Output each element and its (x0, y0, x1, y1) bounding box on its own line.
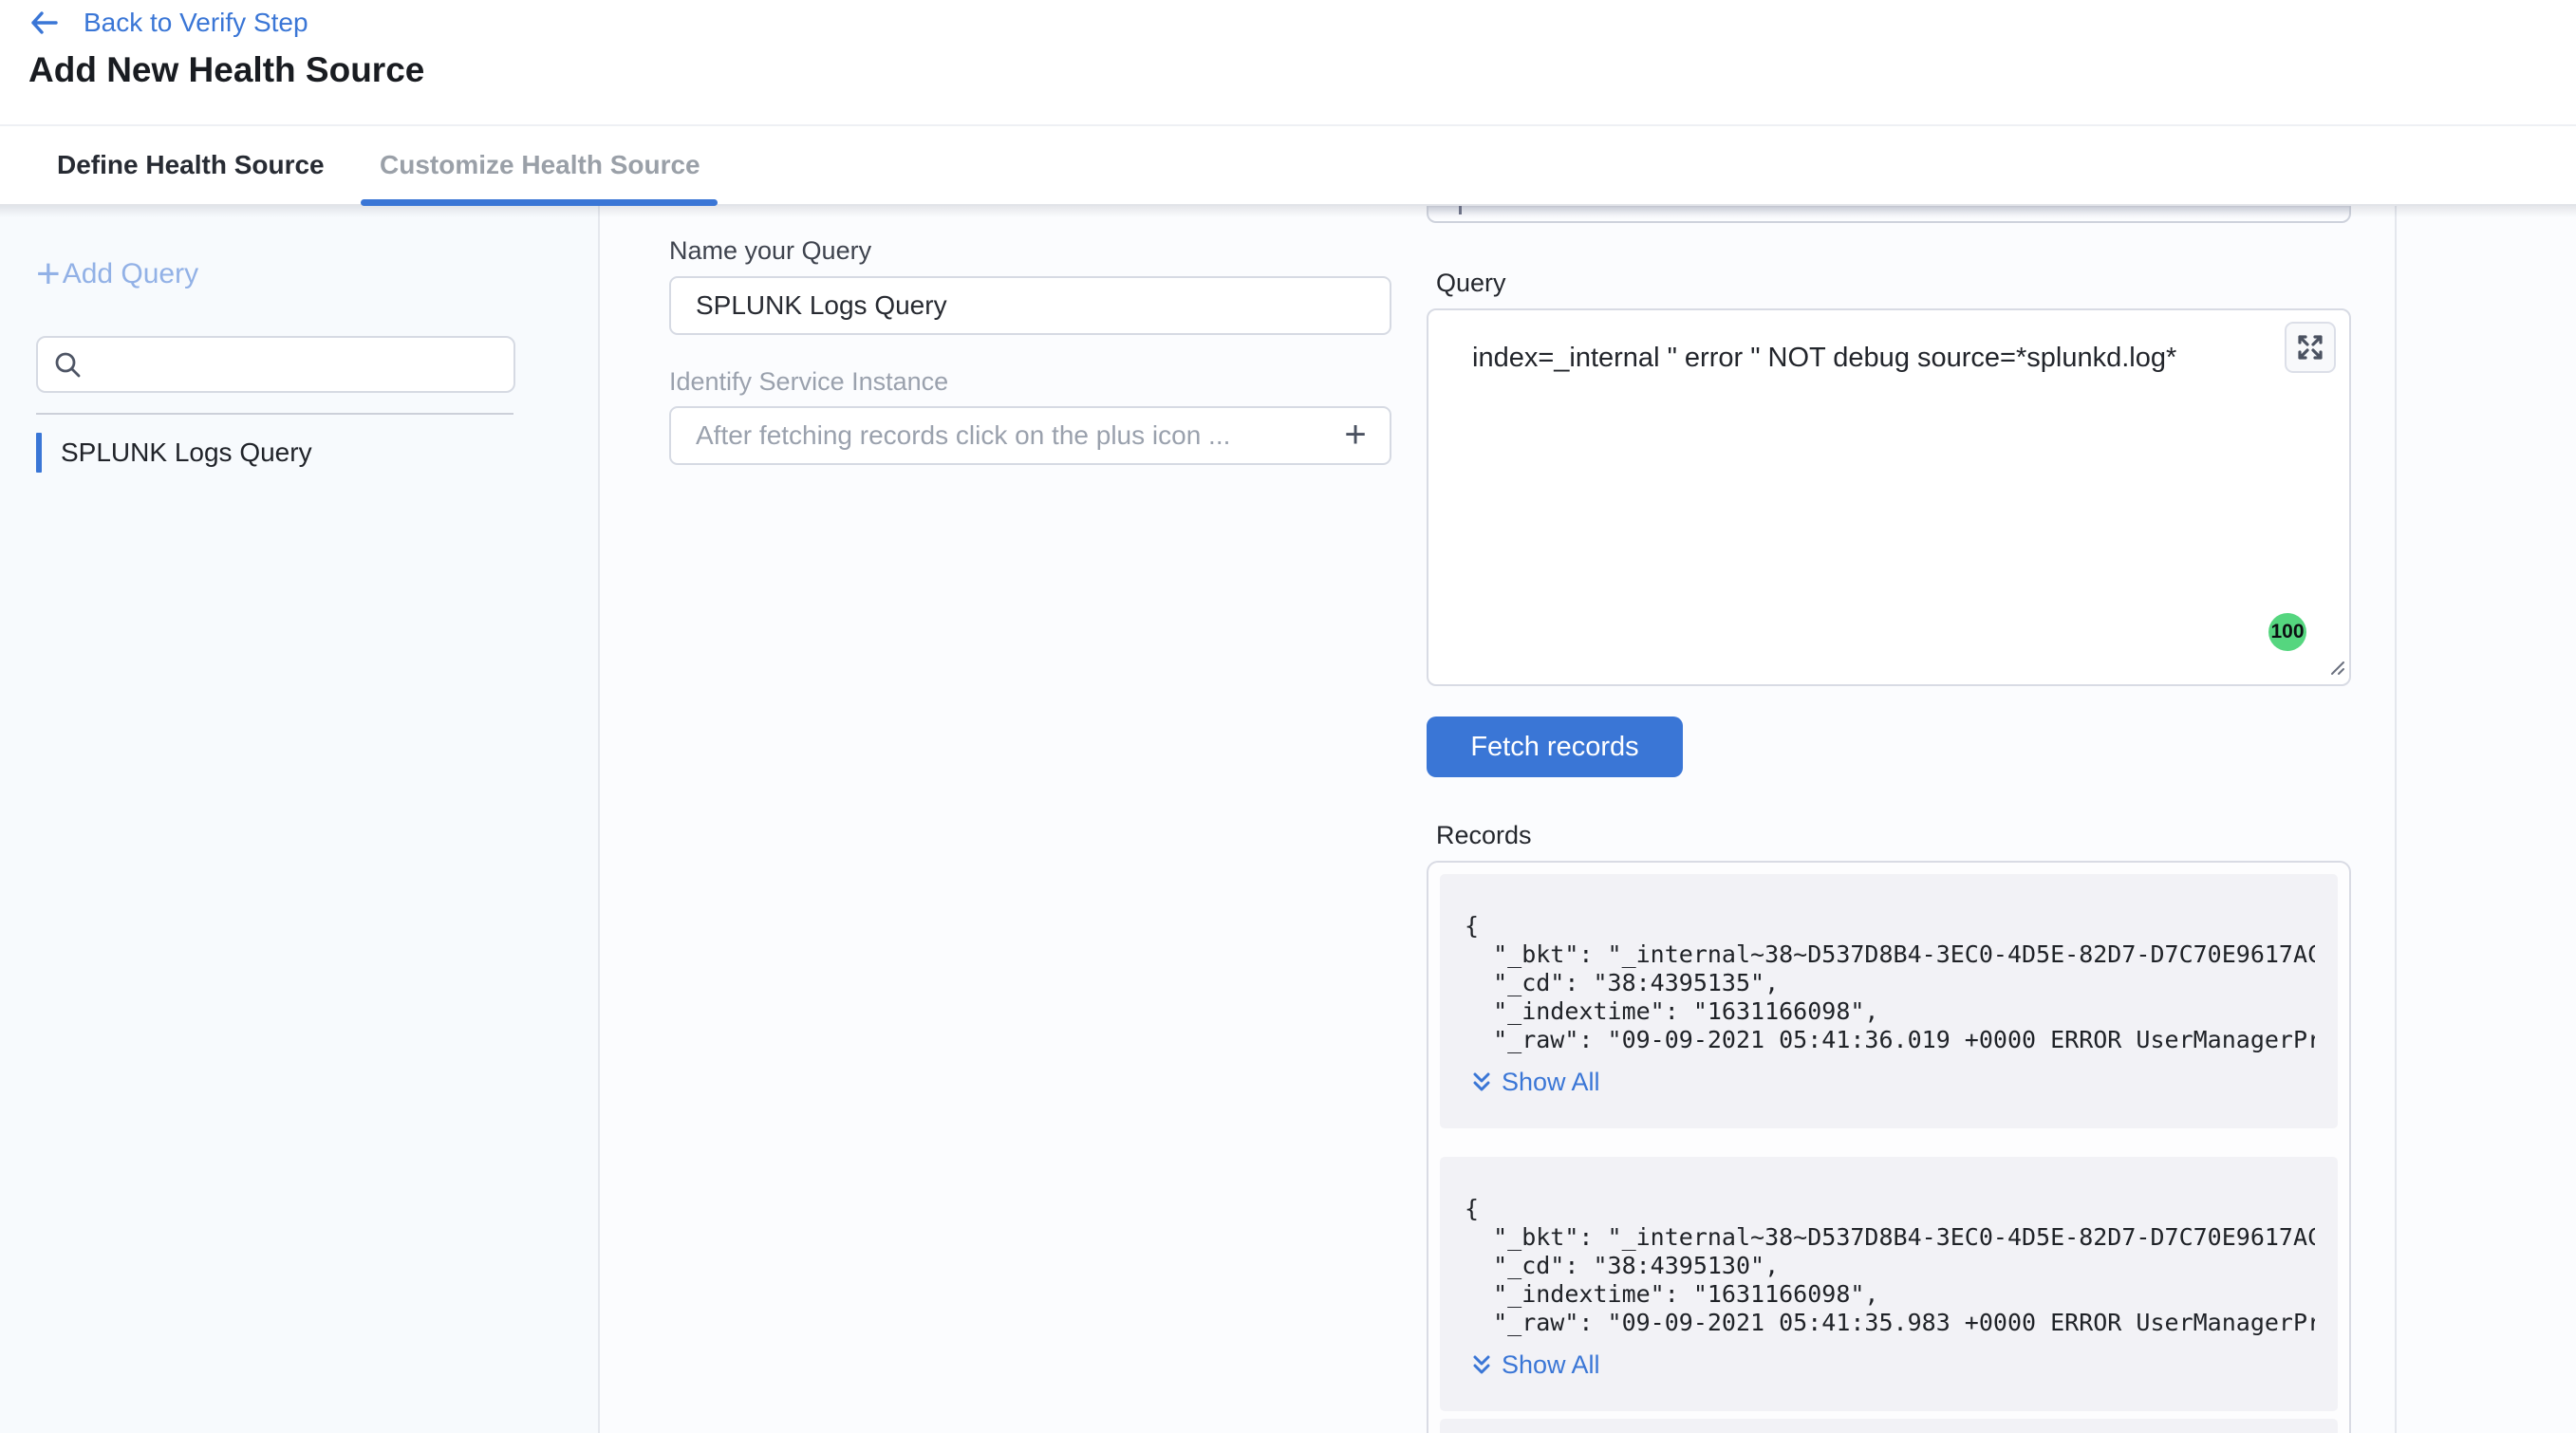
arrow-left-icon (28, 9, 59, 37)
record-json: { "_bkt": "_internal~38~D537D8B4-3EC0-4D… (1465, 912, 2315, 1054)
name-query-label: Name your Query (669, 236, 871, 266)
double-chevron-down-icon (1470, 1353, 1493, 1378)
query-item-label: SPLUNK Logs Query (61, 437, 312, 468)
service-instance-input[interactable] (669, 406, 1391, 465)
add-query-button[interactable]: + Add Query (36, 255, 198, 293)
double-chevron-down-icon (1470, 1070, 1493, 1095)
show-all-label: Show All (1502, 1350, 1600, 1380)
page-title: Add New Health Source (28, 50, 424, 90)
back-label: Back to Verify Step (84, 8, 308, 38)
records-label: Records (1436, 821, 1532, 850)
query-list-item[interactable]: SPLUNK Logs Query (36, 432, 549, 474)
record-json: { "_bkt": "_internal~38~D537D8B4-3EC0-4D… (1465, 1195, 2315, 1337)
service-instance-field: + (669, 406, 1391, 465)
selected-indicator (36, 433, 42, 473)
add-service-instance-button[interactable]: + (1335, 410, 1376, 459)
record-card: { "_bkt": "_internal~38~D537D8B4-3EC0-4D… (1440, 874, 2338, 1128)
record-card-partial (1440, 1419, 2338, 1433)
query-label: Query (1436, 269, 1506, 298)
records-panel: { "_bkt": "_internal~38~D537D8B4-3EC0-4D… (1427, 861, 2351, 1433)
back-button[interactable]: Back to Verify Step (28, 8, 308, 38)
show-all-label: Show All (1502, 1068, 1600, 1097)
show-all-button[interactable]: Show All (1470, 1350, 1600, 1380)
tab-bar: Define Health Source Customize Health So… (0, 126, 2576, 206)
app-header: Back to Verify Step Add New Health Sourc… (0, 0, 2576, 126)
tab-customize-health-source[interactable]: Customize Health Source (380, 126, 700, 204)
sidebar-divider (36, 413, 513, 415)
add-health-source-screen: Back to Verify Step Add New Health Sourc… (0, 0, 2576, 1433)
show-all-button[interactable]: Show All (1470, 1068, 1600, 1097)
expand-icon (2296, 333, 2324, 362)
query-sidebar: + Add Query SPLUNK Logs Query (0, 206, 600, 1433)
resize-handle-icon[interactable] (2326, 657, 2345, 680)
query-text: index=_internal " error " NOT debug sour… (1472, 343, 2176, 374)
query-editor[interactable]: index=_internal " error " NOT debug sour… (1427, 308, 2351, 686)
record-card: { "_bkt": "_internal~38~D537D8B4-3EC0-4D… (1440, 1157, 2338, 1411)
fetch-records-button[interactable]: Fetch records (1427, 716, 1683, 777)
tab-define-health-source[interactable]: Define Health Source (57, 126, 325, 204)
clipped-input[interactable] (1427, 206, 2351, 223)
record-count-badge: 100 (2268, 613, 2306, 651)
query-search-input[interactable] (36, 336, 515, 393)
active-tab-underline (361, 199, 718, 206)
add-query-label: Add Query (63, 258, 198, 290)
plus-icon: + (36, 255, 61, 293)
service-instance-label: Identify Service Instance (669, 367, 948, 397)
right-panel-divider (2395, 206, 2397, 1433)
content-area: + Add Query SPLUNK Logs Query Name your … (0, 206, 2576, 1433)
name-query-input[interactable] (669, 276, 1391, 335)
expand-query-button[interactable] (2285, 322, 2336, 373)
